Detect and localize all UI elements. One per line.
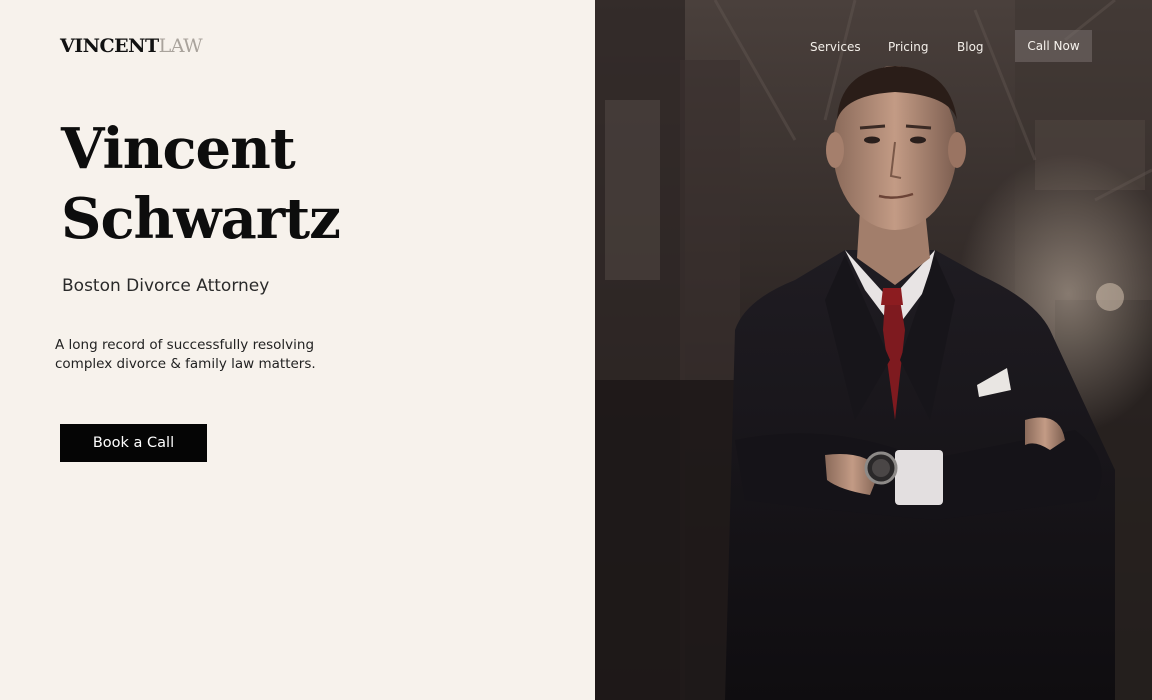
logo-wordmark-bold: VINCENT (60, 35, 159, 57)
logo-wordmark-light: LAW (158, 35, 203, 57)
logo[interactable]: VINCENTLAW (60, 35, 203, 57)
hero-subtitle: Boston Divorce Attorney (62, 276, 270, 296)
description-line: complex divorce & family law matters. (55, 356, 316, 372)
title-line-first-name: Vincent (61, 116, 296, 182)
title-line-last-name: Schwartz (61, 186, 341, 252)
call-now-button[interactable]: Call Now (1015, 30, 1092, 62)
nav-link-blog[interactable]: Blog (957, 39, 984, 55)
hero-section: VINCENTLAW Vincent Schwartz Boston Divor… (0, 0, 595, 700)
page-title: Vincent Schwartz (61, 114, 341, 254)
nav-link-services[interactable]: Services (810, 39, 861, 55)
attorney-photo: Services Pricing Blog Call Now (595, 0, 1152, 700)
nav-link-pricing[interactable]: Pricing (888, 39, 928, 55)
book-call-button[interactable]: Book a Call (60, 424, 207, 462)
hero-description: A long record of successfully resolving … (55, 336, 345, 374)
top-navigation: Services Pricing Blog Call Now (595, 0, 1152, 90)
attorney-portrait-illustration (595, 0, 1152, 700)
description-line: A long record of successfully resolving (55, 337, 315, 353)
